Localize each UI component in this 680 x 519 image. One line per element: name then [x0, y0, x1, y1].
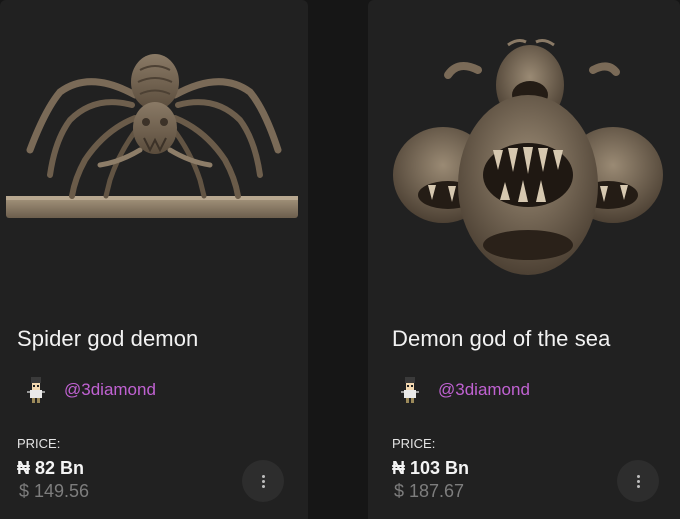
nft-grid: Spider god demon @3diamond PRICE: ₦ 82 B…	[0, 0, 680, 519]
more-vertical-icon	[636, 474, 640, 488]
nft-title[interactable]: Spider god demon	[17, 326, 198, 352]
nft-image[interactable]	[0, 0, 308, 290]
creator-handle[interactable]: @3diamond	[64, 380, 156, 400]
creator-handle[interactable]: @3diamond	[438, 380, 530, 400]
more-options-button[interactable]	[617, 460, 659, 502]
price-naira: ₦ 82 Bn	[17, 458, 85, 478]
price-naira: ₦ 103 Bn	[392, 458, 470, 478]
more-options-button[interactable]	[242, 460, 284, 502]
avatar[interactable]	[400, 375, 420, 405]
nft-image[interactable]	[368, 0, 680, 290]
creator-info[interactable]: @3diamond	[400, 375, 530, 405]
nft-card[interactable]: Demon god of the sea @3diamond PRICE: ₦ …	[368, 0, 680, 519]
nft-title[interactable]: Demon god of the sea	[392, 326, 610, 352]
nft-card[interactable]: Spider god demon @3diamond PRICE: ₦ 82 B…	[0, 0, 308, 519]
price-usd: $ 149.56	[19, 481, 90, 501]
creator-info[interactable]: @3diamond	[26, 375, 156, 405]
more-vertical-icon	[261, 474, 265, 488]
price-label: PRICE:	[17, 436, 61, 451]
price-label: PRICE:	[392, 436, 436, 451]
avatar[interactable]	[26, 375, 46, 405]
price-usd: $ 187.67	[394, 481, 465, 501]
